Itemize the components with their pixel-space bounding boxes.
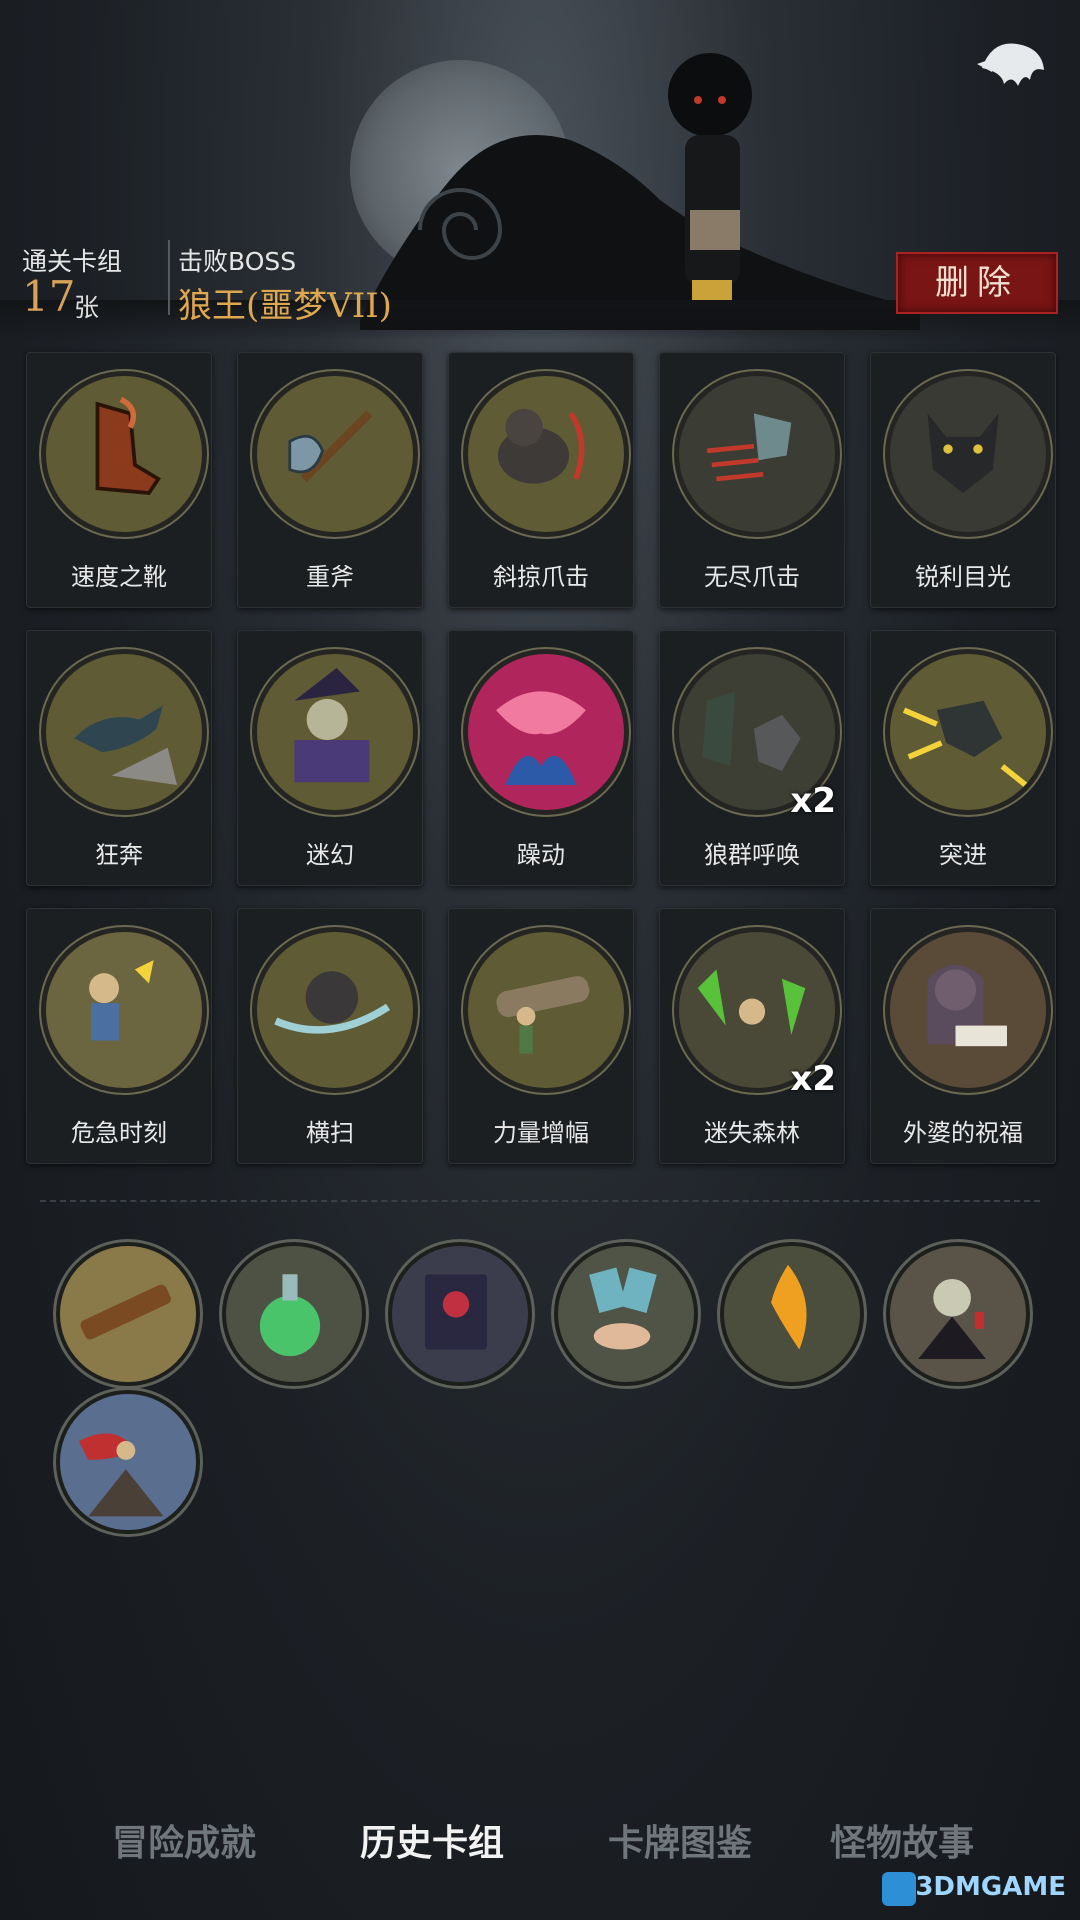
sweep-icon [252, 927, 418, 1093]
tab-history-deck[interactable]: 历史卡组 [360, 1814, 504, 1866]
card-item[interactable]: 危急时刻 [26, 908, 212, 1164]
section-divider [40, 1200, 1040, 1202]
card-name: 危急时刻 [71, 1119, 167, 1147]
card-item[interactable]: 外婆的祝福 [870, 908, 1056, 1164]
stats-divider [168, 240, 170, 315]
potion-icon[interactable] [222, 1242, 366, 1386]
card-name: 横扫 [306, 1119, 354, 1147]
deck-count: 17 [22, 272, 76, 321]
card-name: 斜掠爪击 [493, 563, 589, 591]
card-item[interactable]: 无尽爪击 [659, 352, 845, 608]
claw-icon [674, 371, 840, 537]
card-item[interactable]: 力量增幅 [448, 908, 634, 1164]
card-item[interactable]: 重斧 [237, 352, 423, 608]
card-count-badge: x2 [790, 1059, 836, 1099]
delete-button[interactable]: 删除 [896, 252, 1058, 314]
tab-card-collection[interactable]: 卡牌图鉴 [608, 1814, 752, 1866]
cards-hand-icon[interactable] [554, 1242, 698, 1386]
card-name: 突进 [939, 841, 987, 869]
card-name: 力量增幅 [493, 1119, 589, 1147]
grandma-icon [885, 927, 1051, 1093]
tab-monster-stories[interactable]: 怪物故事 [830, 1814, 974, 1866]
card-name: 迷幻 [306, 841, 354, 869]
boss-label: 击败BOSS [178, 247, 297, 276]
axe-icon [252, 371, 418, 537]
spellbook-icon[interactable] [388, 1242, 532, 1386]
back-ghost-icon[interactable] [972, 30, 1052, 100]
card-name: 锐利目光 [915, 563, 1011, 591]
card-item[interactable]: 速度之靴 [26, 352, 212, 608]
log-lift-icon [463, 927, 629, 1093]
flame-feather-icon[interactable] [720, 1242, 864, 1386]
bottom-tab-bar: 冒险成就 历史卡组 卡牌图鉴 怪物故事 [0, 1800, 1080, 1880]
card-item[interactable]: 锐利目光 [870, 352, 1056, 608]
deck-unit: 张 [74, 293, 100, 322]
boot-icon [41, 371, 207, 537]
wolf-face-icon [885, 371, 1051, 537]
card-item[interactable]: 狂奔 [26, 630, 212, 886]
vampire-icon[interactable] [886, 1242, 1030, 1386]
card-item[interactable]: 迷幻 [237, 630, 423, 886]
running-wolf-icon [41, 649, 207, 815]
card-name: 狼群呼唤 [704, 841, 800, 869]
lunge-icon [885, 649, 1051, 815]
card-name: 外婆的祝福 [903, 1119, 1023, 1147]
watermark-logo-icon [882, 1872, 916, 1906]
hero-cape-icon[interactable] [56, 1390, 200, 1534]
card-item[interactable]: 躁动 [448, 630, 634, 886]
boss-name: 狼王(噩梦VII) [178, 286, 392, 326]
crisis-icon [41, 927, 207, 1093]
card-name: 无尽爪击 [704, 563, 800, 591]
rage-icon [463, 649, 629, 815]
witch-icon [252, 649, 418, 815]
werewolf-slash-icon [463, 371, 629, 537]
card-item[interactable]: x2 狼群呼唤 [659, 630, 845, 886]
card-name: 速度之靴 [71, 563, 167, 591]
card-item[interactable]: x2 迷失森林 [659, 908, 845, 1164]
card-name: 迷失森林 [704, 1119, 800, 1147]
card-count-badge: x2 [790, 781, 836, 821]
tab-achievements[interactable]: 冒险成就 [112, 1814, 256, 1866]
card-name: 躁动 [517, 841, 565, 869]
spiral-hill [360, 135, 920, 330]
card-item[interactable]: 突进 [870, 630, 1056, 886]
watermark: 3DMGAME [915, 1872, 1066, 1902]
card-item[interactable]: 横扫 [237, 908, 423, 1164]
card-item[interactable]: 斜掠爪击 [448, 352, 634, 608]
card-name: 重斧 [306, 563, 354, 591]
card-name: 狂奔 [95, 841, 143, 869]
child-silhouette [668, 53, 752, 300]
telescope-icon[interactable] [56, 1242, 200, 1386]
